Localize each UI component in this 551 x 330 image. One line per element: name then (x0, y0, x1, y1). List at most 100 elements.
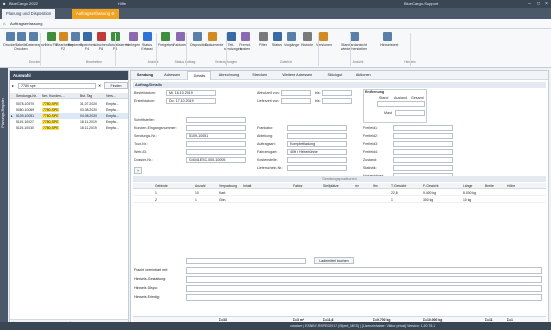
app-title: BlueCargo 2022 (9, 1, 38, 6)
ribbon-btn-11-icon (160, 32, 170, 41)
fahrzeugart-select[interactable]: 40ft / Hebebühne (287, 149, 347, 155)
positions-title: Sendungspositionen (133, 176, 546, 182)
abholzeit-to-field[interactable] (322, 90, 352, 96)
home-icon[interactable]: ⌂ (3, 21, 5, 26)
expand-icon[interactable]: ▸ (12, 83, 14, 88)
schriftsteller-field[interactable] (186, 117, 246, 123)
menu-hilfe[interactable]: Hilfe (118, 0, 126, 8)
bottom-field-hinweis1[interactable] (186, 276, 542, 283)
close-window-icon[interactable]: × (543, 1, 550, 7)
ribbon-btn-18[interactable]: Status (270, 32, 284, 47)
bottom-label-hinweis3: Hinweis Erledig: (134, 295, 160, 299)
column-header[interactable]: Sendungs-Nr. (16, 93, 41, 99)
ribbon-btn-17-label: Filter (259, 43, 267, 47)
lieferzeit-from-field[interactable] (281, 98, 311, 104)
auftragsart-select[interactable]: Komplettladung (287, 141, 347, 147)
column-header[interactable]: Nm. Kunden-... (42, 93, 67, 99)
positions-column[interactable]: lfm (373, 183, 378, 189)
positions-column[interactable]: Gebinde (155, 183, 168, 189)
ribbon-btn-2[interactable]: Datenexport (26, 32, 46, 47)
cell-value: 5109-10051 (16, 114, 35, 118)
ribbon-btn-17[interactable]: Filter (256, 32, 270, 47)
support-link[interactable]: BlueCargo-Support (404, 0, 438, 8)
column-header[interactable]: Bst. Tag (80, 93, 105, 99)
lademittel-field[interactable] (186, 258, 306, 264)
freifeld4-field[interactable] (393, 149, 453, 155)
ribbon-btn-19[interactable]: Vorgänge (284, 32, 299, 47)
web-id-field[interactable] (186, 149, 246, 155)
ribbon-btn-12[interactable]: Fakturen (173, 32, 187, 47)
kunden-eingang-field[interactable] (186, 125, 246, 131)
label-tour_nr: Tour-Nr.: (134, 142, 148, 146)
ribbon-btn-10[interactable]: Status Erfasst (140, 32, 154, 51)
cell-value: 5080-10069 (16, 108, 35, 112)
lademittel-buchen-button[interactable]: Lademittel buchen (314, 257, 354, 264)
ribbon-btn-14[interactable]: Dokumente (205, 32, 223, 47)
positions-column[interactable]: Inhalt (243, 183, 251, 189)
freifeld2-field[interactable] (393, 133, 453, 139)
ribbon-btn-9[interactable]: Verlegen (126, 32, 140, 47)
bottom-field-hinweis3[interactable] (186, 294, 542, 301)
minimize-icon[interactable]: – (526, 1, 533, 7)
label-dossier_nr: Dossier-Nr.: (134, 158, 153, 162)
bestelldatum-field[interactable]: Mi. 16.10.2019 (166, 90, 216, 96)
positions-column[interactable]: Anzahl (195, 183, 205, 189)
ribbon-btn-22[interactable]: Standardansicht wiederherstellen (334, 32, 374, 51)
ribbon-btn-9-label: Verlegen (126, 43, 141, 47)
entfernung-field[interactable] (377, 101, 425, 107)
positions-row[interactable]: 1 10 Kart. 22,8 9.400 kg 8.000 kg (133, 190, 546, 196)
positions-column[interactable]: Stellplätze (323, 183, 339, 189)
sidebar-label[interactable]: Planungs-Register (1, 98, 5, 128)
lieferschein-field[interactable] (287, 165, 347, 171)
kostenstelle-field[interactable] (287, 157, 347, 163)
tab-auftragserfassung[interactable]: Auftragserfassung ⚙ (72, 9, 119, 19)
abteilung-select[interactable] (287, 133, 347, 139)
ribbon-btn-7[interactable]: Löschen F8 (94, 32, 108, 51)
sendungs-nr-field[interactable]: 5109-10051 (186, 133, 246, 139)
ribbon-btn-16[interactable]: Fremd-kosten (238, 32, 252, 51)
ribbon-btn-6[interactable]: Speichern F4 (80, 32, 96, 51)
freifeld1-field[interactable] (393, 125, 453, 131)
entfernung-gesamt: Gesamt (411, 96, 424, 100)
positions-column[interactable]: Höhe (507, 183, 515, 189)
find-button[interactable]: Finden (104, 82, 128, 89)
positions-column[interactable]: m³ (355, 183, 359, 189)
bottom-field-fracht[interactable] (186, 267, 542, 274)
positions-row[interactable]: 2 1 Gbn. 1 300 kg 10 kg (133, 197, 546, 203)
statistik-field[interactable] (393, 165, 453, 171)
search-input[interactable]: 7780 spe (18, 83, 96, 89)
result-grid[interactable]: Sendungs-Nr. Nm. Kunden-... Bst. Tag Vers..… (10, 93, 128, 153)
gear-icon[interactable]: ⚙ (111, 11, 115, 16)
zustand-field[interactable] (393, 157, 453, 163)
bottom-field-hinweis2[interactable] (186, 285, 542, 292)
label-bis: bis: (315, 91, 321, 95)
positions-column[interactable]: Faktor (293, 183, 303, 189)
lieferzeit-to-field[interactable] (322, 98, 352, 104)
positions-column[interactable]: F-Gewicht (423, 183, 438, 189)
frankatur-select[interactable] (287, 125, 347, 131)
ribbon-btn-20[interactable]: Historie (300, 32, 314, 47)
tab-planung[interactable]: Planung und Disposition (2, 9, 56, 19)
maximize-icon[interactable]: □ (535, 1, 542, 7)
ribbon-btn-11[interactable]: Freigeben (158, 32, 174, 47)
positions-column[interactable]: Breite (485, 183, 494, 189)
freifeld3-field[interactable] (393, 141, 453, 147)
label-bestelldatum: Bestelldatum: (134, 91, 156, 95)
clear-icon[interactable]: ✕ (98, 83, 101, 88)
column-header[interactable]: Vers... (106, 93, 128, 99)
abholzeit-from-field[interactable] (281, 90, 311, 96)
expand-toggle-button[interactable]: + (134, 167, 142, 174)
maut-field[interactable] (395, 110, 425, 116)
tour-nr-field[interactable] (186, 141, 246, 147)
table-row[interactable]: 5119-10030 7780-SPE 18.11.2019 Empfa... (10, 125, 128, 131)
ribbon-btn-21-icon (318, 32, 328, 41)
positions-column[interactable]: Verpackung (219, 183, 237, 189)
ribbon-btn-23[interactable]: Hinweistext (380, 32, 398, 47)
dossier-nr-field[interactable]: G4041ESC.000-10005 (186, 157, 246, 163)
positions-cell: 10 (195, 191, 199, 195)
ribbon-btn-13[interactable]: Disposition (190, 32, 208, 47)
erstelldatum-field[interactable]: Do. 17.10.2019 (166, 98, 216, 104)
positions-column[interactable]: Länge (463, 183, 472, 189)
positions-column[interactable]: T-Gewicht (391, 183, 406, 189)
ribbon-btn-16-icon (240, 32, 250, 41)
